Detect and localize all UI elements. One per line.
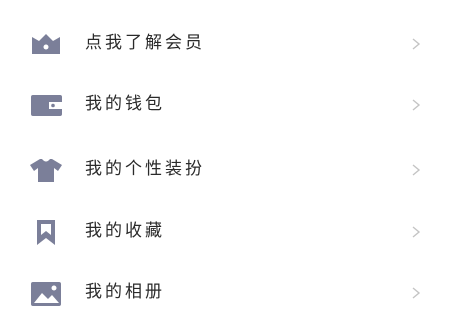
chevron-right-icon (412, 287, 421, 299)
crown-icon (32, 34, 60, 54)
photo-album-icon (31, 282, 61, 306)
menu-item-label: 点我了解会员 (85, 33, 205, 53)
menu-item-membership[interactable]: 点我了解会员 (0, 16, 450, 72)
chevron-right-icon (412, 226, 421, 238)
menu-item-label: 我的个性装扮 (85, 159, 205, 179)
profile-menu: 点我了解会员 我的钱包 我的个性装扮 我的收藏 我的相册 (0, 0, 450, 306)
menu-item-label: 我的收藏 (85, 221, 165, 241)
menu-item-wallet[interactable]: 我的钱包 (0, 77, 450, 133)
menu-item-album[interactable]: 我的相册 (0, 265, 450, 321)
bookmark-icon (37, 220, 55, 245)
menu-item-favorites[interactable]: 我的收藏 (0, 204, 450, 260)
chevron-right-icon (412, 164, 421, 176)
chevron-right-icon (412, 99, 421, 111)
menu-item-label: 我的钱包 (85, 94, 165, 114)
wallet-icon (31, 95, 62, 116)
chevron-right-icon (412, 38, 421, 50)
tshirt-icon (30, 159, 62, 182)
menu-item-personalization[interactable]: 我的个性装扮 (0, 142, 450, 198)
